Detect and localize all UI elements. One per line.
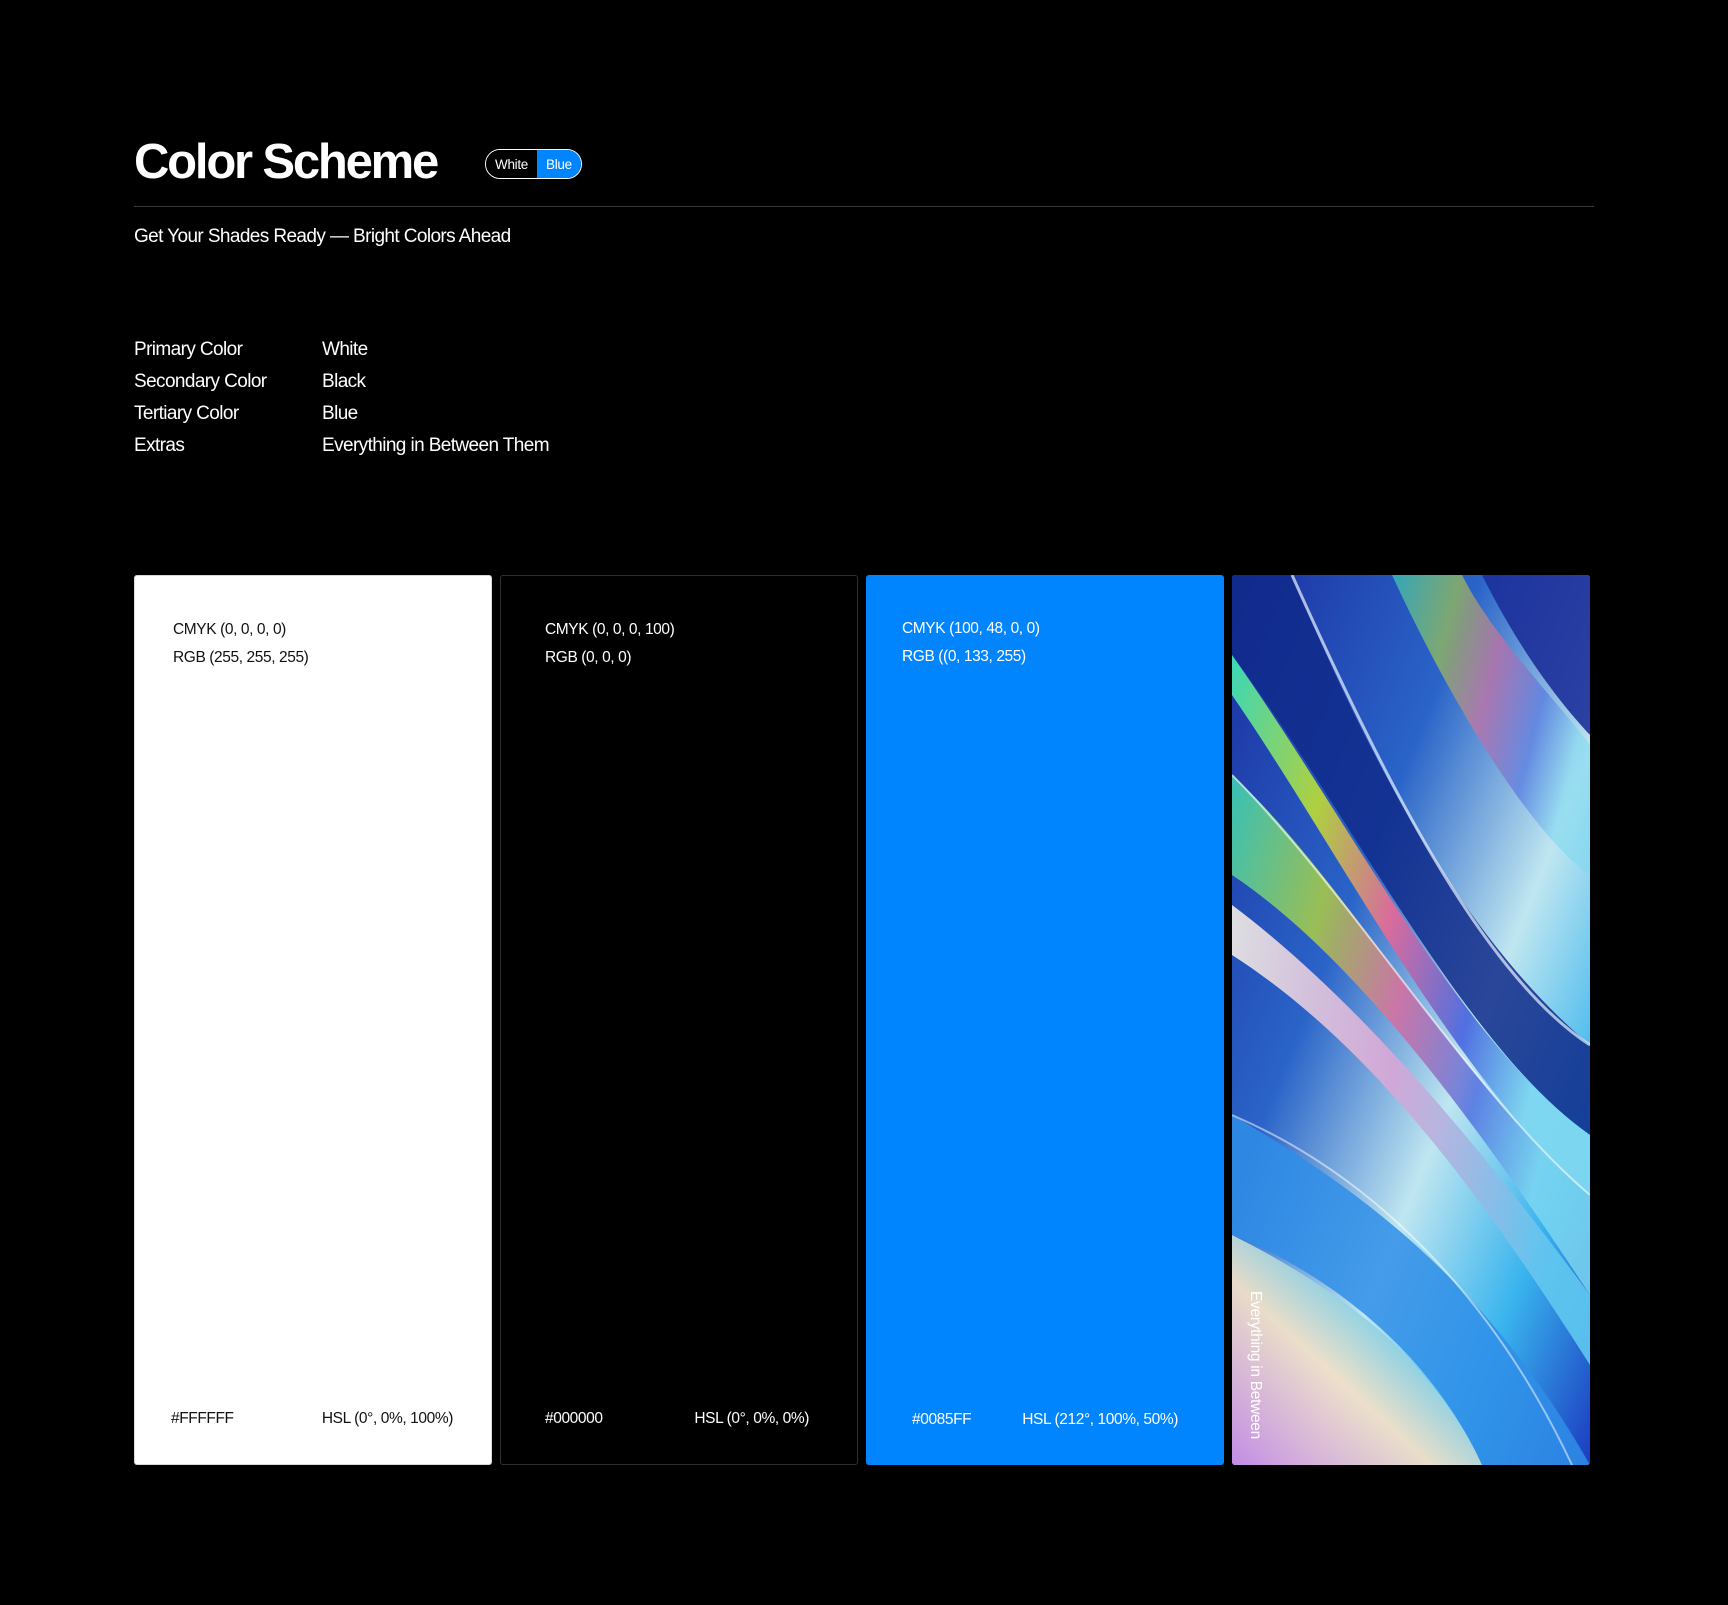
spec-row-extras: Extras Everything in Between Them: [134, 430, 550, 462]
swatch-card-black: CMYK (0, 0, 0, 100) RGB (0, 0, 0) #00000…: [500, 575, 858, 1465]
swatch-hex: #0085FF: [912, 1411, 972, 1428]
page-subtitle: Get Your Shades Ready — Bright Colors Ah…: [134, 226, 511, 247]
swatch-cmyk: CMYK (0, 0, 0, 100): [545, 621, 675, 638]
color-toggle[interactable]: White Blue: [485, 149, 582, 179]
spec-row-tertiary: Tertiary Color Blue: [134, 398, 549, 430]
iridescent-gradient-image: [1232, 575, 1590, 1465]
swatch-card-blue: CMYK (100, 48, 0, 0) RGB ((0, 133, 255) …: [866, 575, 1224, 1465]
swatch-hex: #FFFFFF: [171, 1410, 234, 1427]
swatch-hsl: HSL (212°, 100%, 50%): [1022, 1411, 1178, 1428]
toggle-option-white[interactable]: White: [486, 150, 538, 178]
swatch-cmyk: CMYK (0, 0, 0, 0): [173, 621, 286, 638]
swatch-bottom-values: #0085FF HSL (212°, 100%, 50%): [912, 1411, 1178, 1429]
spec-value: Blue: [322, 403, 358, 424]
swatch-rgb: RGB (255, 255, 255): [173, 649, 309, 666]
spec-label: Extras: [134, 435, 185, 456]
spec-row-secondary: Secondary Color Black: [134, 366, 549, 398]
swatch-top-values: CMYK (100, 48, 0, 0) RGB ((0, 133, 255): [902, 615, 1040, 671]
swatch-rgb: RGB ((0, 133, 255): [902, 648, 1026, 665]
spec-label: Tertiary Color: [134, 403, 239, 424]
toggle-option-blue[interactable]: Blue: [537, 150, 581, 178]
swatch-card-gradient: Everything in Between: [1232, 575, 1590, 1465]
swatch-row: CMYK (0, 0, 0, 0) RGB (255, 255, 255) #F…: [134, 575, 1590, 1465]
swatch-cmyk: CMYK (100, 48, 0, 0): [902, 620, 1040, 637]
swatch-card-white: CMYK (0, 0, 0, 0) RGB (255, 255, 255) #F…: [134, 575, 492, 1465]
extras-vertical-label: Everything in Between: [1247, 1291, 1264, 1439]
swatch-bottom-values: #000000 HSL (0°, 0%, 0%): [545, 1410, 809, 1428]
page-title: Color Scheme: [134, 135, 439, 189]
swatch-bottom-values: #FFFFFF HSL (0°, 0%, 100%): [171, 1410, 453, 1428]
swatch-hsl: HSL (0°, 0%, 0%): [694, 1410, 809, 1427]
spec-value: Everything in Between Them: [322, 435, 550, 456]
swatch-hex: #000000: [545, 1410, 603, 1427]
spec-label: Secondary Color: [134, 371, 267, 392]
swatch-top-values: CMYK (0, 0, 0, 0) RGB (255, 255, 255): [173, 616, 309, 672]
spec-value: White: [322, 339, 368, 360]
spec-row-primary: Primary Color White: [134, 334, 549, 366]
color-spec-list: Primary Color White Secondary Color Blac…: [134, 334, 550, 462]
spec-value: Black: [322, 371, 366, 392]
spec-label: Primary Color: [134, 339, 243, 360]
header: Color Scheme White Blue: [134, 128, 1594, 196]
header-divider: [134, 206, 1594, 207]
swatch-top-values: CMYK (0, 0, 0, 100) RGB (0, 0, 0): [545, 616, 675, 672]
swatch-rgb: RGB (0, 0, 0): [545, 649, 632, 666]
swatch-hsl: HSL (0°, 0%, 100%): [321, 1410, 454, 1427]
